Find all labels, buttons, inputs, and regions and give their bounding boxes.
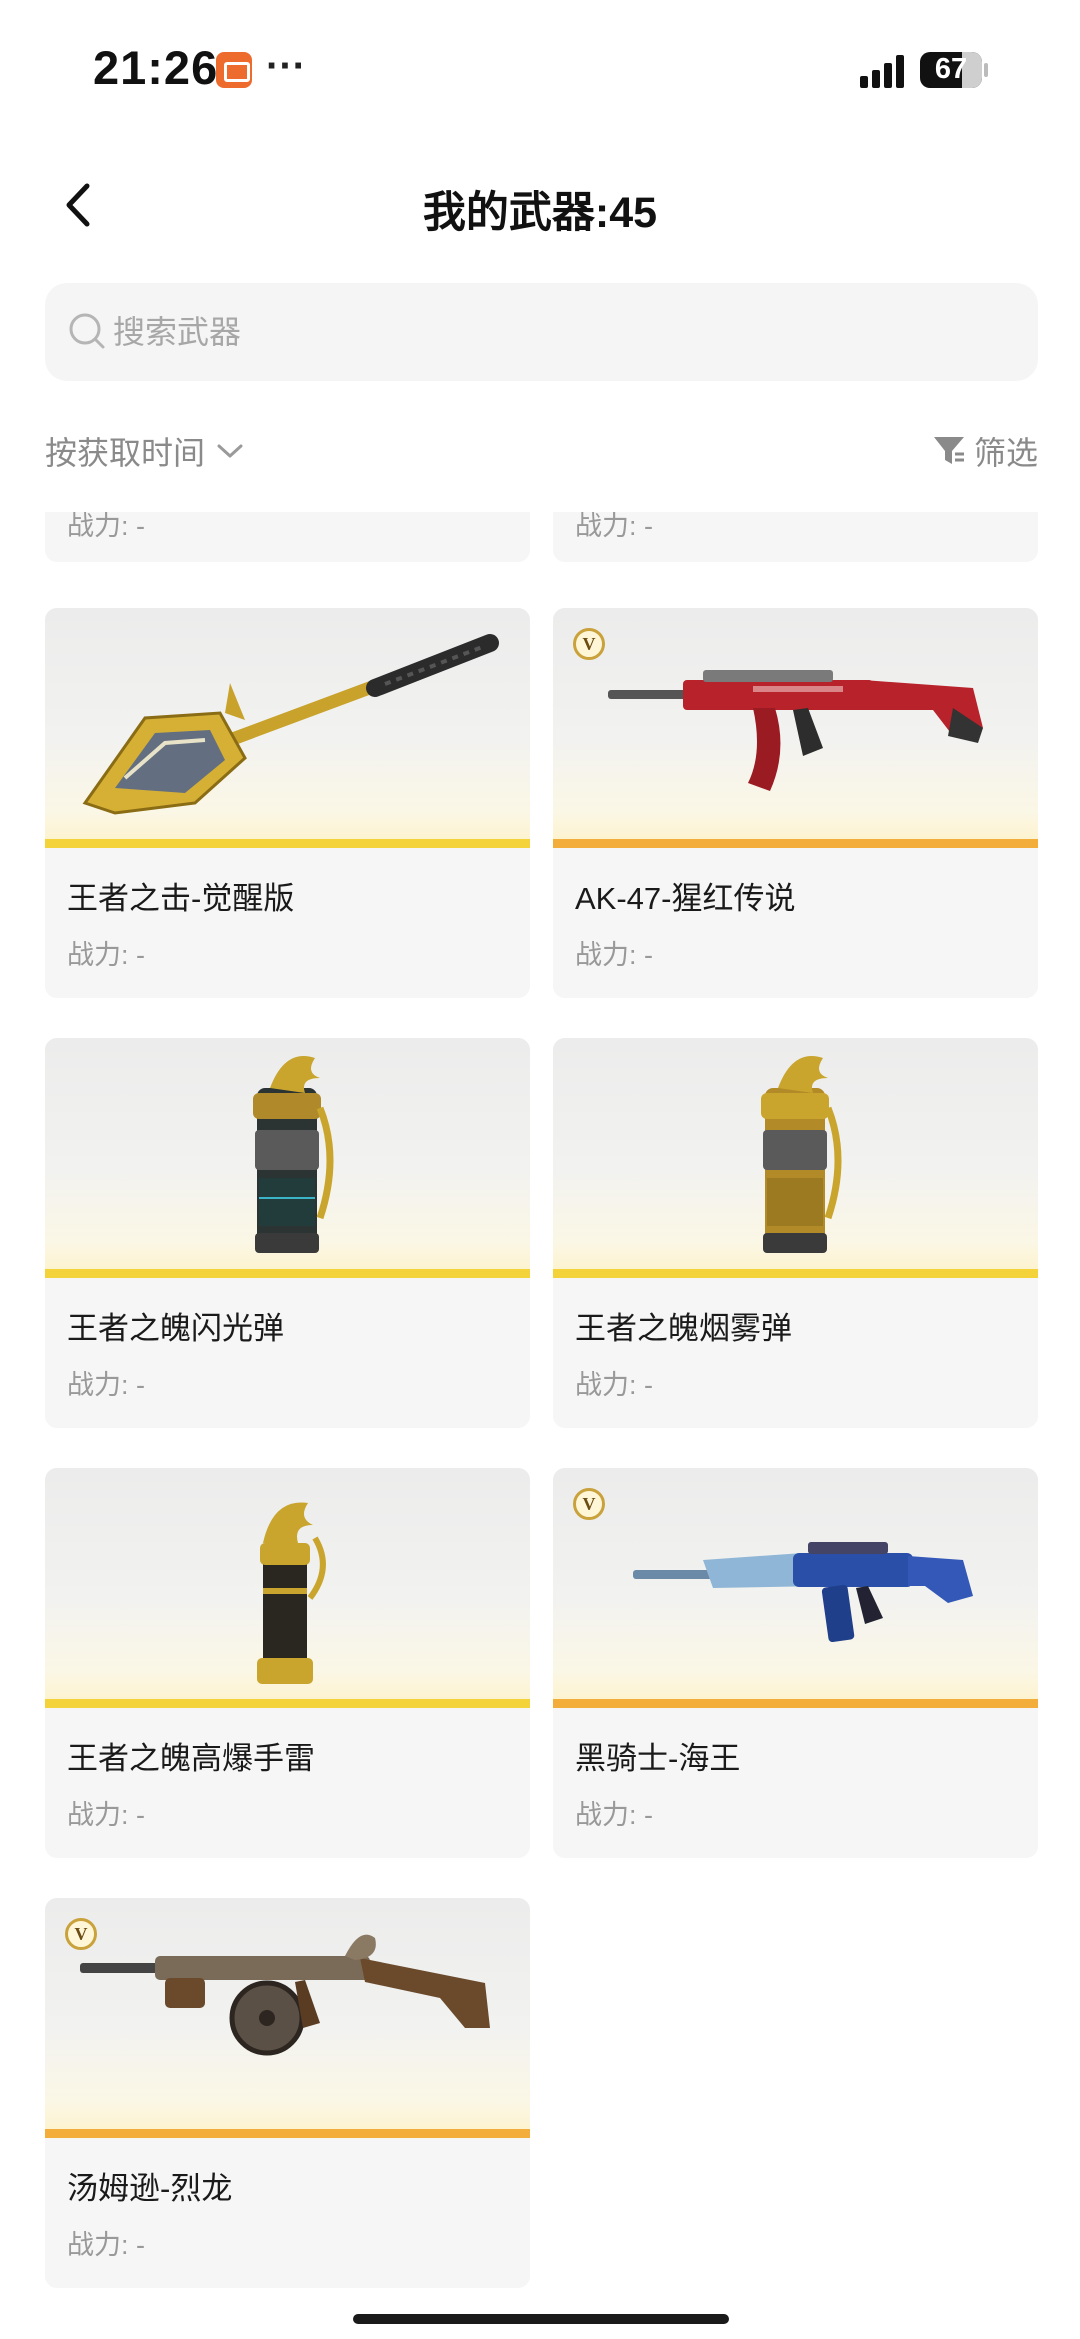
weapon-card-partial[interactable]: 战力: -	[553, 512, 1038, 562]
weapon-name: 黑骑士-海王	[575, 1741, 741, 1776]
weapon-card[interactable]: V 汤姆逊-烈龙 战力: -	[45, 1898, 530, 2288]
shovel-weapon-icon	[82, 634, 499, 815]
weapon-image	[45, 1468, 530, 1708]
battery-level: 67	[934, 53, 968, 85]
game-app-icon	[216, 52, 252, 88]
filter-icon	[933, 437, 964, 464]
weapon-power: 战力: -	[575, 512, 653, 541]
weapon-name: 王者之魄烟雾弹	[575, 1311, 792, 1346]
grenade-weapon-icon	[257, 1502, 326, 1684]
weapon-power: 战力: -	[67, 1800, 145, 1830]
smg-weapon-icon	[80, 1934, 490, 2056]
home-indicator[interactable]	[353, 2314, 729, 2324]
filter-button[interactable]: 筛选	[932, 428, 1038, 474]
weapon-power: 战力: -	[575, 1370, 653, 1400]
weapon-image	[45, 608, 530, 848]
weapon-image: V	[553, 1468, 1038, 1708]
weapon-power: 战力: -	[575, 940, 653, 970]
weapon-image	[45, 1038, 530, 1278]
weapon-card[interactable]: 王者之击-觉醒版 战力: -	[45, 608, 530, 998]
weapon-card-partial[interactable]: 战力: -	[45, 512, 530, 562]
battery-cap	[984, 63, 988, 77]
weapon-image: V	[553, 608, 1038, 848]
search-input[interactable]	[113, 283, 1013, 381]
weapon-name: 王者之击-觉醒版	[67, 881, 295, 916]
filter-label: 筛选	[973, 435, 1038, 471]
status-time: 21:26	[93, 41, 219, 94]
weapon-name: 汤姆逊-烈龙	[67, 2171, 233, 2206]
sort-label: 按获取时间	[45, 435, 206, 471]
chevron-down-icon	[217, 444, 243, 458]
vip-badge: V	[573, 628, 605, 660]
vip-badge: V	[573, 1488, 605, 1520]
nav-header: 我的武器:45	[0, 160, 1080, 250]
weapon-power: 战力: -	[575, 1800, 653, 1830]
weapons-screen: 21:26 ··· 67 我的武器:45 搜索武器 按获取时间 筛选 战力: -…	[0, 0, 1080, 2339]
weapon-power: 战力: -	[67, 1370, 145, 1400]
weapon-name: 王者之魄高爆手雷	[67, 1741, 315, 1776]
weapon-card[interactable]: 王者之魄闪光弹 战力: -	[45, 1038, 530, 1428]
weapon-card[interactable]: V 黑骑士-海王 战力: -	[553, 1468, 1038, 1858]
battery-icon: 67	[920, 52, 982, 88]
search-icon	[69, 313, 105, 349]
weapon-power: 战力: -	[67, 2230, 145, 2260]
vip-badge: V	[65, 1918, 97, 1950]
sort-filter-bar: 按获取时间 筛选	[45, 420, 1038, 480]
cellular-signal-icon	[860, 54, 910, 88]
weapon-power: 战力: -	[67, 940, 145, 970]
weapon-list[interactable]: 战力: - 战力: - 王者之击-觉醒版 战力: - V AK-47-猩红传说 …	[0, 512, 1080, 2339]
status-bar: 21:26 ··· 67	[0, 0, 1080, 130]
weapon-name: AK-47-猩红传说	[575, 881, 796, 916]
weapon-image: V	[45, 1898, 530, 2138]
ak47-weapon-icon	[608, 670, 983, 791]
weapon-card[interactable]: 王者之魄烟雾弹 战力: -	[553, 1038, 1038, 1428]
grenade-weapon-icon	[761, 1056, 842, 1253]
weapon-card[interactable]: 王者之魄高爆手雷 战力: -	[45, 1468, 530, 1858]
more-notifications-icon: ···	[266, 44, 306, 88]
weapon-power: 战力: -	[67, 512, 145, 541]
weapon-name: 王者之魄闪光弹	[67, 1311, 284, 1346]
weapon-image	[553, 1038, 1038, 1278]
sort-dropdown[interactable]: 按获取时间	[45, 428, 245, 474]
grenade-weapon-icon	[253, 1056, 334, 1253]
search-bar[interactable]	[45, 283, 1038, 381]
rifle-weapon-icon	[633, 1542, 973, 1643]
weapon-card[interactable]: V AK-47-猩红传说 战力: -	[553, 608, 1038, 998]
page-title: 我的武器:45	[422, 189, 658, 237]
